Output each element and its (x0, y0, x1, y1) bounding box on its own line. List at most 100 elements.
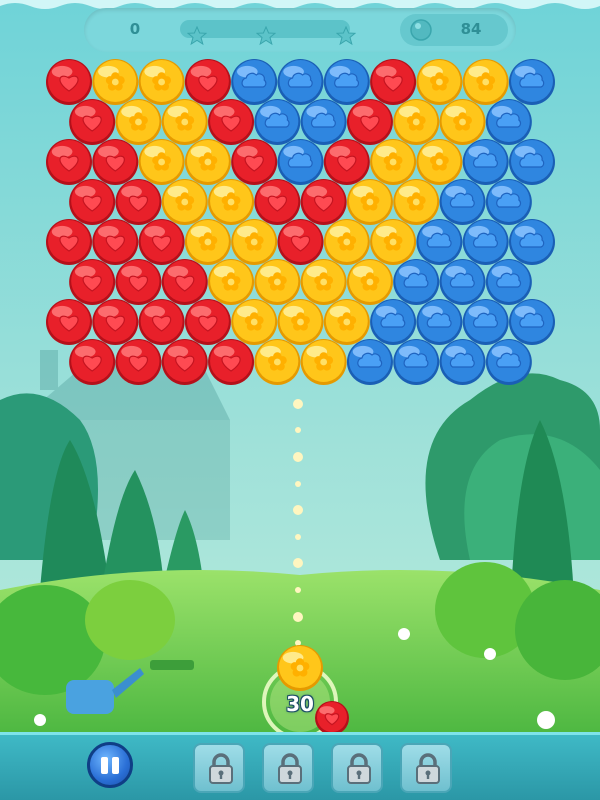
bubble-yellow-flower (346, 259, 393, 305)
bubble-blue-cloud (346, 339, 393, 385)
bubble-red-heart (208, 339, 255, 385)
bubble-red-heart (46, 139, 92, 185)
bubble-red-heart (138, 299, 185, 345)
pause-button[interactable] (87, 742, 133, 788)
bubble-yellow-flower (92, 59, 139, 105)
bubble-red-heart (370, 59, 417, 105)
bubble-yellow-flower (208, 259, 255, 305)
bubble-yellow-flower (161, 179, 208, 225)
bubble-yellow-flower (161, 99, 208, 145)
booster-slot-1[interactable] (193, 743, 245, 793)
star-icon (187, 26, 207, 46)
padlock-icon (347, 753, 371, 784)
bubble-red-heart (254, 179, 301, 225)
bubble-red-heart (231, 139, 278, 185)
bubble-blue-cloud (416, 219, 463, 265)
bubble-red-heart (323, 139, 370, 185)
bubble-yellow-flower (323, 299, 370, 345)
bubble-blue-cloud (509, 59, 555, 105)
booster-slot-3[interactable] (331, 743, 383, 793)
bubble-yellow-flower (231, 219, 278, 265)
bubble-yellow-flower (277, 299, 324, 345)
bubble-red-heart (277, 219, 324, 265)
garden-background (0, 0, 600, 800)
bubble-red-heart (184, 299, 231, 345)
ball-icon (410, 19, 432, 41)
bubble-red-heart (115, 339, 162, 385)
bubble-blue-cloud (277, 59, 324, 105)
booster-slot-2[interactable] (262, 743, 314, 793)
bubble-blue-cloud (254, 99, 301, 145)
bubble-yellow-flower (393, 99, 440, 145)
bubble-red-heart (46, 299, 92, 345)
bubble-yellow-flower (300, 259, 347, 305)
bubble-red-heart (92, 299, 139, 345)
bubble-yellow-flower (439, 99, 486, 145)
bubble-yellow-flower (393, 179, 440, 225)
bubble-yellow-flower (115, 99, 162, 145)
bubble-blue-cloud (439, 339, 486, 385)
bubble-yellow-flower (416, 59, 463, 105)
bubble-yellow-flower (462, 59, 509, 105)
balls-remaining: 84 (460, 20, 482, 38)
bubble-red-heart (138, 219, 185, 265)
bubble-yellow-flower (254, 259, 301, 305)
bubble-blue-cloud (323, 59, 370, 105)
bubble-red-heart (184, 59, 231, 105)
bubble-red-heart (69, 99, 116, 145)
bubble-blue-cloud (393, 259, 440, 305)
bubble-blue-cloud (509, 299, 555, 345)
shots-left-count: 30 (286, 692, 314, 716)
bubble-blue-cloud (462, 219, 509, 265)
bubble-red-heart (208, 99, 255, 145)
padlock-icon (416, 753, 440, 784)
bubble-blue-cloud (462, 299, 509, 345)
bubble-yellow-flower (346, 179, 393, 225)
bubble-red-heart (69, 339, 116, 385)
bubble-red-heart (46, 59, 92, 105)
bubble-blue-cloud (416, 299, 463, 345)
bubble-red-heart (115, 179, 162, 225)
bubble-red-heart (300, 179, 347, 225)
bubble-red-heart (161, 339, 208, 385)
bubble-yellow-flower (184, 139, 231, 185)
bubble-yellow-flower (323, 219, 370, 265)
bubble-blue-cloud (370, 299, 417, 345)
bubble-blue-cloud (439, 179, 486, 225)
bubble-red-heart (161, 259, 208, 305)
bubble-yellow-flower (138, 139, 185, 185)
booster-slot-4[interactable] (400, 743, 452, 793)
star-icon (336, 26, 356, 46)
bubble-red-heart (346, 99, 393, 145)
bubble-red-heart (69, 179, 116, 225)
pause-icon (101, 757, 108, 774)
bubble-yellow-flower (416, 139, 463, 185)
bubble-blue-cloud (462, 139, 509, 185)
bubble-yellow-flower (300, 339, 347, 385)
bubble-yellow-flower (208, 179, 255, 225)
bubble-blue-cloud (393, 339, 440, 385)
bubble-blue-cloud (509, 219, 555, 265)
bubble-blue-cloud (509, 139, 555, 185)
current-bubble (277, 645, 323, 691)
bubble-yellow-flower (231, 299, 278, 345)
bubble-blue-cloud (439, 259, 486, 305)
bubble-yellow-flower (138, 59, 185, 105)
bubble-blue-cloud (485, 259, 532, 305)
bubble-blue-cloud (485, 179, 532, 225)
bubble-yellow-flower (370, 219, 417, 265)
bubble-blue-cloud (300, 99, 347, 145)
bubble-blue-cloud (231, 59, 278, 105)
bubble-yellow-flower (370, 139, 417, 185)
bubble-blue-cloud (485, 99, 532, 145)
star-icon (256, 26, 276, 46)
padlock-icon (209, 753, 233, 784)
bubble-red-heart (92, 139, 139, 185)
bubble-red-heart (115, 259, 162, 305)
bubble-yellow-flower (184, 219, 231, 265)
bubble-red-heart (92, 219, 139, 265)
bubble-red-heart (46, 219, 92, 265)
bubble-yellow-flower (254, 339, 301, 385)
bubble-red-heart (69, 259, 116, 305)
padlock-icon (278, 753, 302, 784)
